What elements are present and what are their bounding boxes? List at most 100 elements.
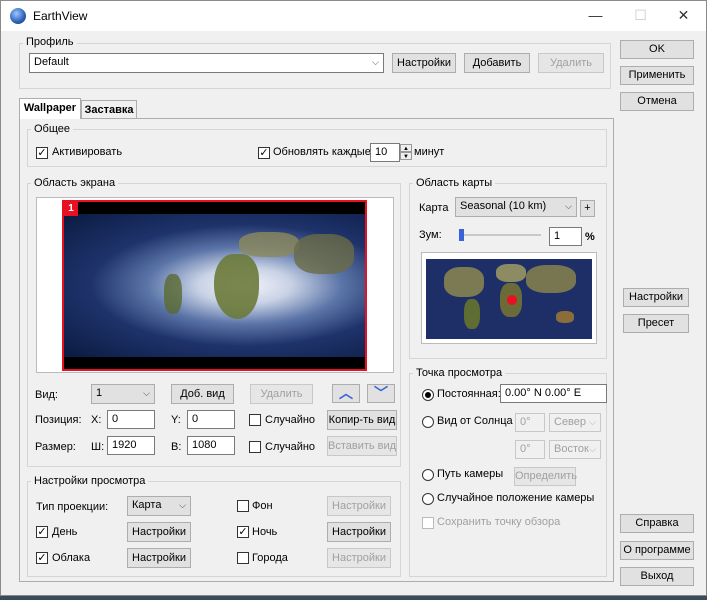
update-interval-input[interactable]: 10: [370, 143, 400, 162]
zoom-slider-thumb[interactable]: [459, 229, 464, 241]
sun-lon-dir-select[interactable]: Восток ⌵: [549, 440, 601, 459]
projection-value: Карта: [132, 499, 162, 511]
save-viewpoint-checkbox[interactable]: [422, 517, 434, 529]
sun-lon-input[interactable]: 0°: [515, 440, 545, 459]
profile-group-label: Профиль: [23, 36, 77, 48]
day-checkbox[interactable]: ✓: [36, 526, 48, 538]
view-select[interactable]: 1 ⌵: [91, 384, 155, 404]
y-label: Y:: [171, 414, 181, 426]
window-title: EarthView: [33, 9, 88, 23]
ok-button[interactable]: OK: [620, 40, 694, 59]
delete-view-button[interactable]: Удалить: [250, 384, 313, 404]
map-select[interactable]: Seasonal (10 km) ⌵: [455, 197, 577, 217]
map-area-group-label: Область карты: [413, 177, 496, 189]
right-settings-button[interactable]: Настройки: [623, 288, 689, 307]
app-window: EarthView — ☐ ✕ Профиль Default ⌵ Настро…: [0, 0, 707, 596]
add-view-button[interactable]: Доб. вид: [171, 384, 234, 404]
tab-wallpaper[interactable]: Wallpaper: [19, 98, 81, 119]
earth-wallpaper-image: [64, 214, 365, 357]
height-input[interactable]: 1080: [187, 436, 235, 455]
zoom-label: Зум:: [419, 229, 442, 241]
profile-settings-button[interactable]: Настройки: [392, 53, 456, 73]
zoom-slider-track[interactable]: [459, 229, 541, 241]
day-label: День: [52, 526, 78, 538]
world-map-image: [426, 259, 592, 339]
map-value: Seasonal (10 km): [460, 200, 547, 212]
save-viewpoint-label: Сохранить точку обзора: [437, 516, 561, 528]
sun-lat-dir-value: Север: [554, 416, 587, 428]
zoom-input[interactable]: 1: [549, 227, 582, 246]
clouds-checkbox[interactable]: ✓: [36, 552, 48, 564]
night-checkbox[interactable]: ✓: [237, 526, 249, 538]
apply-button[interactable]: Применить: [620, 66, 694, 85]
title-bar: EarthView — ☐ ✕: [1, 1, 706, 31]
background-checkbox[interactable]: [237, 500, 249, 512]
general-group-label: Общее: [31, 123, 74, 135]
night-settings-button[interactable]: Настройки: [327, 522, 391, 542]
copy-view-button[interactable]: Копир-ть вид: [327, 410, 397, 430]
sun-lat-input[interactable]: 0°: [515, 413, 545, 432]
day-settings-button[interactable]: Настройки: [127, 522, 191, 542]
paste-view-button[interactable]: Вставить вид: [327, 436, 397, 456]
earth-icon: [10, 8, 26, 24]
activate-checkbox[interactable]: ✓: [36, 147, 48, 159]
chevron-down-icon: ⌵: [565, 201, 572, 211]
monitor-frame[interactable]: 1: [62, 200, 367, 371]
cities-settings-button[interactable]: Настройки: [327, 548, 391, 568]
map-label: Карта: [419, 202, 449, 214]
clouds-label: Облака: [52, 552, 91, 564]
background-label: Фон: [252, 500, 273, 512]
constant-radio[interactable]: [422, 389, 434, 401]
map-preview[interactable]: [421, 252, 597, 344]
minutes-label: минут: [414, 146, 445, 158]
screen-area-group-label: Область экрана: [31, 177, 119, 189]
height-label: В:: [171, 441, 182, 453]
profile-add-button[interactable]: Добавить: [464, 53, 530, 73]
constant-coords-input[interactable]: 0.00° N 0.00° E: [500, 384, 607, 403]
profile-delete-button[interactable]: Удалить: [538, 53, 604, 73]
help-button[interactable]: Справка: [620, 514, 694, 533]
random-position-checkbox[interactable]: [249, 414, 261, 426]
random-camera-radio[interactable]: [422, 493, 434, 505]
random-size-checkbox[interactable]: [249, 441, 261, 453]
y-input[interactable]: 0: [187, 410, 235, 429]
sun-view-radio[interactable]: [422, 416, 434, 428]
viewpoint-marker[interactable]: [507, 295, 517, 305]
define-path-button[interactable]: Определить: [514, 467, 577, 486]
tab-screensaver[interactable]: Заставка: [81, 100, 137, 118]
add-map-button[interactable]: +: [580, 200, 595, 217]
random-size-label: Случайно: [265, 441, 316, 453]
width-input[interactable]: 1920: [107, 436, 155, 455]
x-input[interactable]: 0: [107, 410, 155, 429]
close-button[interactable]: ✕: [661, 1, 706, 31]
width-label: Ш:: [91, 441, 105, 453]
size-label: Размер:: [35, 441, 76, 453]
chevron-down-icon: ⌵: [143, 388, 150, 398]
cancel-button[interactable]: Отмена: [620, 92, 694, 111]
projection-select[interactable]: Карта ⌵: [127, 496, 191, 516]
position-label: Позиция:: [35, 414, 82, 426]
maximize-button[interactable]: ☐: [618, 1, 663, 31]
constant-label: Постоянная:: [437, 388, 501, 400]
view-value: 1: [96, 387, 103, 399]
minimize-button[interactable]: —: [573, 1, 618, 31]
clouds-settings-button[interactable]: Настройки: [127, 548, 191, 568]
move-up-button[interactable]: ︿: [332, 384, 360, 403]
move-down-button[interactable]: ﹀: [367, 384, 395, 403]
view-label: Вид:: [35, 389, 58, 401]
view-settings-group-label: Настройки просмотра: [31, 475, 149, 487]
x-label: X:: [91, 414, 102, 426]
cities-checkbox[interactable]: [237, 552, 249, 564]
monitor-number-badge: 1: [64, 202, 78, 216]
exit-button[interactable]: Выход: [620, 567, 694, 586]
cities-label: Города: [252, 552, 288, 564]
chevron-down-icon: ⌵: [179, 500, 186, 510]
sun-lat-dir-select[interactable]: Север ⌵: [549, 413, 601, 432]
about-button[interactable]: О программе: [620, 541, 694, 560]
camera-path-radio[interactable]: [422, 469, 434, 481]
profile-select[interactable]: Default ⌵: [29, 53, 384, 73]
preset-button[interactable]: Пресет: [623, 314, 689, 333]
update-checkbox[interactable]: ✓: [258, 147, 270, 159]
update-interval-spinner[interactable]: ▲ ▼: [400, 144, 412, 161]
background-settings-button[interactable]: Настройки: [327, 496, 391, 516]
